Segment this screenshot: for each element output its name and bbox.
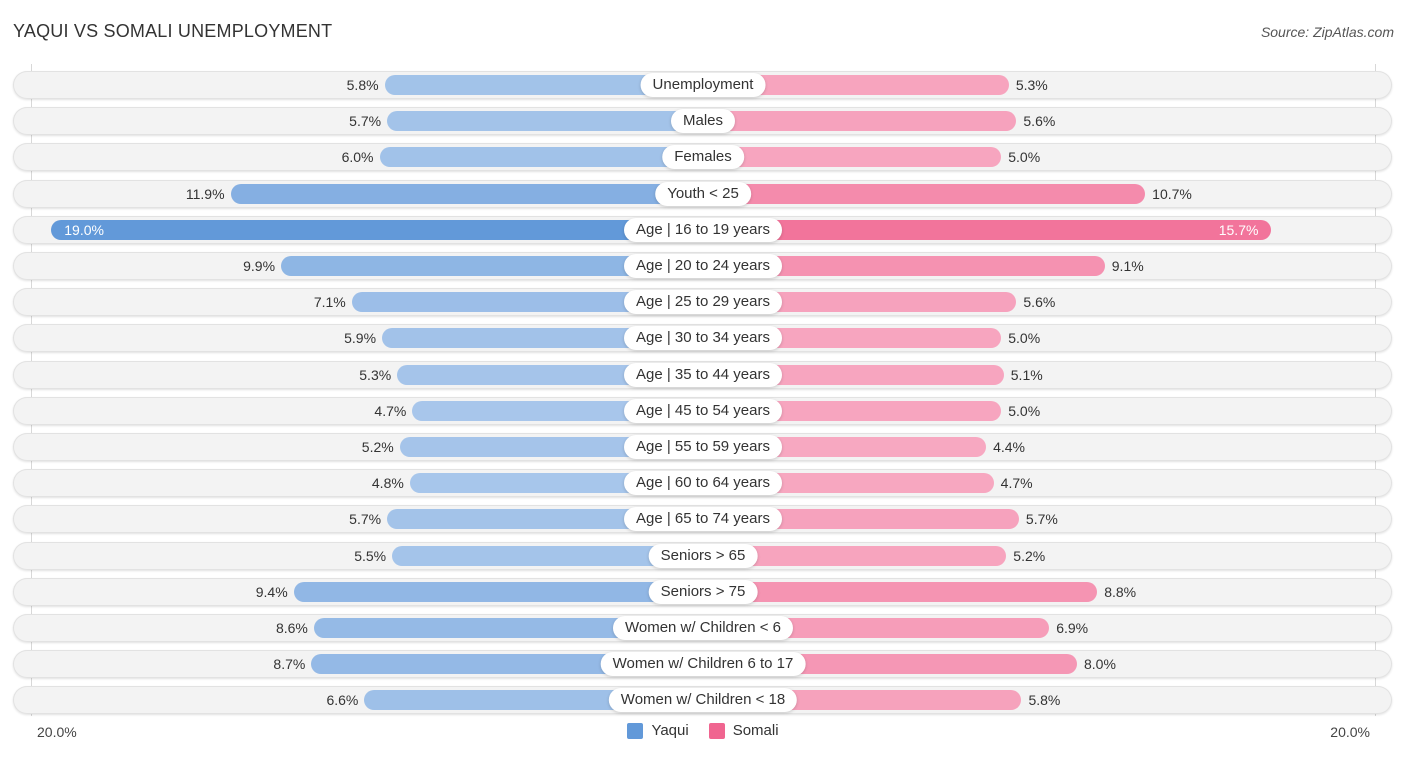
chart-area: 5.8% 5.3% Unemployment 5.7% 5.6% Males 6.0% 5.0… bbox=[0, 0, 1406, 757]
value-label-somali: 15.7% bbox=[1218, 221, 1259, 238]
value-label-somali: 5.0% bbox=[1008, 402, 1041, 419]
category-label: Women w/ Children < 18 bbox=[608, 688, 798, 713]
value-label-yaqui: 5.3% bbox=[359, 366, 392, 383]
value-label-somali: 5.0% bbox=[1008, 330, 1041, 347]
category-label: Age | 65 to 74 years bbox=[624, 507, 782, 532]
value-label-yaqui: 5.2% bbox=[361, 439, 394, 455]
category-label: Youth < 25 bbox=[655, 181, 751, 206]
value-label-yaqui: 11.9% bbox=[185, 185, 225, 202]
legend-item-yaqui[interactable]: Yaqui bbox=[627, 722, 689, 739]
category-label: Women w/ Children < 6 bbox=[612, 616, 794, 640]
bar-somali[interactable] bbox=[703, 147, 1002, 168]
legend-swatch-somali bbox=[708, 722, 725, 739]
category-label: Seniors > 65 bbox=[648, 543, 758, 568]
value-label-somali: 5.3% bbox=[1015, 77, 1048, 93]
value-label-yaqui: 5.9% bbox=[344, 330, 377, 347]
bar-somali[interactable] bbox=[703, 581, 1098, 602]
category-label: Seniors > 75 bbox=[648, 579, 758, 604]
value-label-somali: 8.0% bbox=[1084, 656, 1116, 673]
value-label-somali: 6.9% bbox=[1056, 620, 1089, 636]
value-label-somali: 5.6% bbox=[1023, 294, 1056, 311]
value-label-somali: 10.7% bbox=[1152, 185, 1192, 202]
value-label-somali: 8.8% bbox=[1104, 583, 1137, 600]
value-label-yaqui: 6.0% bbox=[341, 149, 374, 166]
category-label: Women w/ Children 6 to 17 bbox=[600, 652, 806, 677]
value-label-somali: 5.6% bbox=[1023, 113, 1056, 130]
value-label-yaqui: 8.6% bbox=[275, 620, 308, 636]
value-label-yaqui: 6.6% bbox=[326, 692, 359, 709]
bar-yaqui[interactable] bbox=[387, 111, 703, 132]
bar-yaqui[interactable] bbox=[230, 183, 703, 204]
category-label: Age | 25 to 29 years bbox=[624, 290, 782, 315]
bar-yaqui[interactable] bbox=[293, 581, 703, 602]
value-label-yaqui: 8.7% bbox=[273, 656, 306, 673]
legend-label-somali: Somali bbox=[732, 722, 779, 739]
value-label-somali: 5.0% bbox=[1008, 149, 1041, 166]
legend-swatch-yaqui bbox=[627, 722, 644, 739]
value-label-yaqui: 4.8% bbox=[371, 475, 404, 492]
category-label: Unemployment bbox=[640, 73, 766, 97]
value-label-yaqui: 9.4% bbox=[255, 583, 288, 600]
category-label: Males bbox=[670, 109, 736, 134]
value-label-yaqui: 5.8% bbox=[346, 77, 379, 93]
value-label-yaqui: 4.7% bbox=[374, 402, 407, 419]
bar-somali[interactable] bbox=[703, 111, 1017, 132]
value-label-somali: 4.4% bbox=[993, 439, 1026, 455]
value-label-yaqui: 5.7% bbox=[349, 511, 382, 528]
value-label-yaqui: 9.9% bbox=[243, 258, 276, 274]
bar-yaqui[interactable] bbox=[51, 219, 703, 240]
bar-somali[interactable] bbox=[703, 183, 1146, 204]
value-label-somali: 4.7% bbox=[1000, 475, 1033, 492]
category-label: Age | 60 to 64 years bbox=[624, 471, 782, 496]
legend: Yaqui Somali bbox=[0, 722, 1406, 739]
value-label-somali: 5.8% bbox=[1028, 692, 1061, 709]
value-label-somali: 9.1% bbox=[1111, 258, 1144, 274]
category-label: Age | 45 to 54 years bbox=[624, 398, 782, 423]
bar-somali[interactable] bbox=[703, 219, 1272, 240]
value-label-yaqui: 5.7% bbox=[349, 113, 382, 130]
value-label-yaqui: 19.0% bbox=[64, 221, 104, 238]
value-label-somali: 5.7% bbox=[1025, 511, 1058, 528]
category-label: Age | 16 to 19 years bbox=[624, 217, 782, 242]
category-label: Age | 30 to 34 years bbox=[624, 326, 782, 351]
legend-item-somali[interactable]: Somali bbox=[708, 722, 779, 739]
category-label: Age | 20 to 24 years bbox=[624, 254, 782, 278]
value-label-somali: 5.2% bbox=[1013, 547, 1046, 564]
value-label-yaqui: 7.1% bbox=[313, 294, 346, 311]
legend-label-yaqui: Yaqui bbox=[651, 722, 689, 739]
value-label-somali: 5.1% bbox=[1010, 366, 1043, 383]
category-label: Age | 35 to 44 years bbox=[624, 362, 782, 387]
category-label: Age | 55 to 59 years bbox=[624, 435, 782, 459]
bar-yaqui[interactable] bbox=[379, 147, 703, 168]
category-label: Females bbox=[662, 145, 744, 170]
value-label-yaqui: 5.5% bbox=[354, 547, 387, 564]
